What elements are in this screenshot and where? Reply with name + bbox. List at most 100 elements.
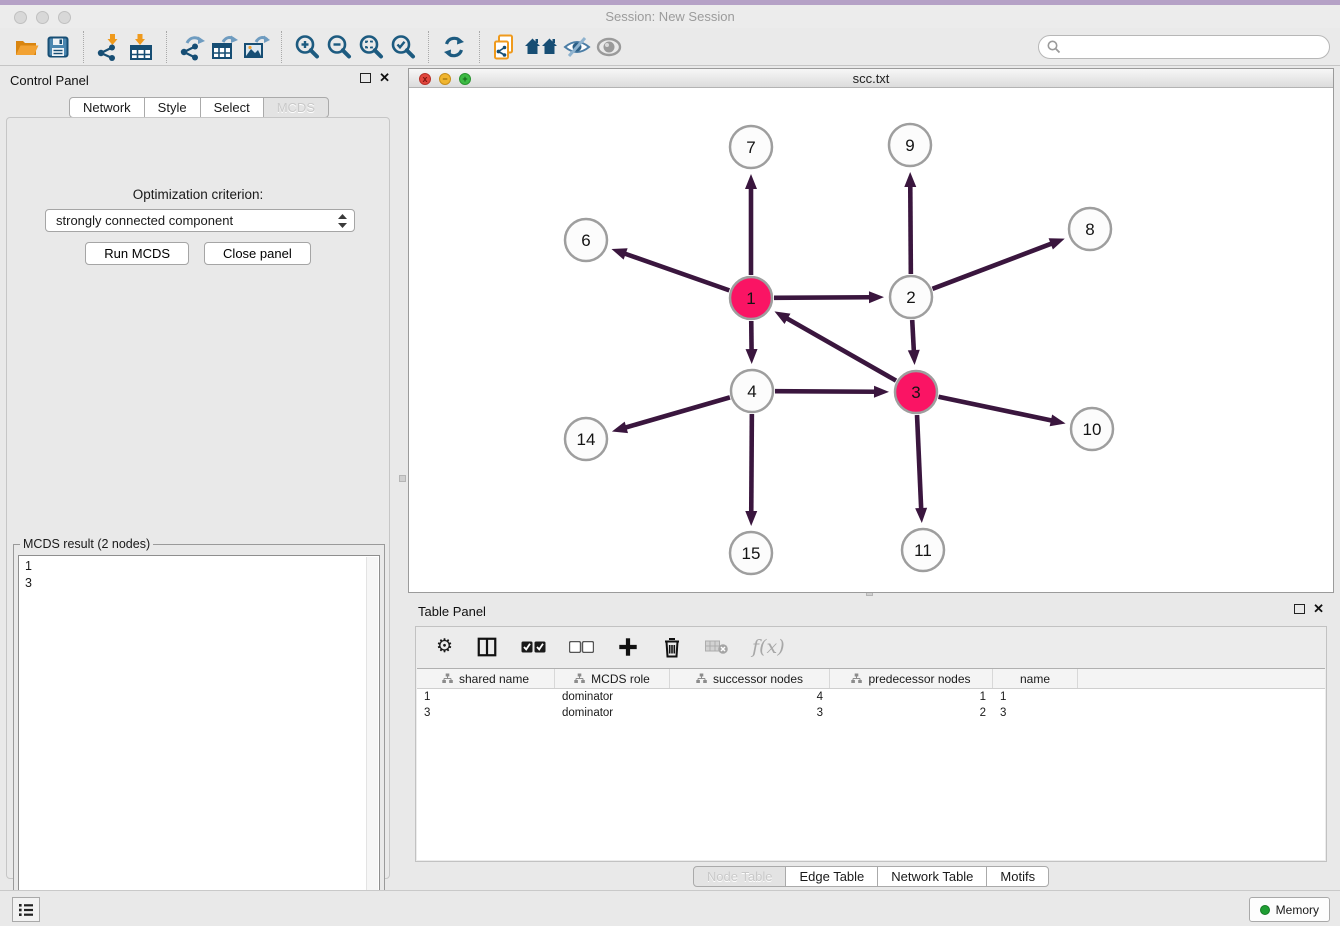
edge-3-1[interactable] bbox=[786, 318, 896, 381]
float-panel-icon[interactable] bbox=[360, 73, 371, 83]
optimization-criterion-dropdown[interactable]: strongly connected component bbox=[45, 209, 355, 232]
vertical-split-grip[interactable] bbox=[399, 475, 406, 482]
tab-style[interactable]: Style bbox=[144, 97, 201, 118]
dropdown-selected-value: strongly connected component bbox=[56, 213, 337, 228]
column-header-MCDS-role[interactable]: MCDS role bbox=[555, 669, 670, 688]
export-network-icon[interactable] bbox=[176, 31, 208, 63]
table-cell[interactable]: 3 bbox=[670, 705, 830, 721]
tab-network-table[interactable]: Network Table bbox=[877, 866, 987, 887]
delete-row-icon[interactable] bbox=[662, 636, 682, 658]
column-header-shared-name[interactable]: shared name bbox=[417, 669, 555, 688]
close-table-panel-icon[interactable]: ✕ bbox=[1313, 603, 1324, 615]
refresh-layout-icon[interactable] bbox=[438, 31, 470, 63]
hide-graphics-details-icon[interactable] bbox=[561, 31, 593, 63]
edge-2-3[interactable] bbox=[912, 320, 914, 352]
export-image-icon[interactable] bbox=[240, 31, 272, 63]
zoom-fit-icon[interactable] bbox=[355, 31, 387, 63]
table-cell[interactable]: 1 bbox=[830, 689, 993, 705]
network-view-window: x − + scc.txt 7 9 6 8 1 2 4 3 14 10 15 11 bbox=[408, 68, 1334, 593]
table-row[interactable]: 3dominator323 bbox=[417, 705, 1325, 721]
control-panel-tabs: NetworkStyleSelectMCDS bbox=[0, 97, 398, 118]
memory-button[interactable]: Memory bbox=[1249, 897, 1330, 922]
edge-3-10[interactable] bbox=[939, 397, 1053, 421]
result-scrollbar[interactable] bbox=[366, 557, 378, 913]
toolbar-separator bbox=[479, 31, 480, 63]
node-label: 14 bbox=[577, 430, 596, 449]
close-panel-icon[interactable]: ✕ bbox=[379, 72, 390, 84]
edge-4-3[interactable] bbox=[775, 391, 876, 392]
tab-motifs[interactable]: Motifs bbox=[986, 866, 1049, 887]
edge-arrowhead bbox=[915, 508, 927, 523]
graph-node-15[interactable]: 15 bbox=[730, 532, 772, 574]
tab-network[interactable]: Network bbox=[69, 97, 145, 118]
edge-2-9[interactable] bbox=[910, 185, 911, 274]
column-type-icon bbox=[574, 673, 585, 684]
graph-node-1[interactable]: 1 bbox=[730, 277, 772, 319]
table-cell[interactable]: 3 bbox=[417, 705, 555, 721]
tab-select[interactable]: Select bbox=[200, 97, 264, 118]
node-label: 3 bbox=[911, 383, 920, 402]
table-row[interactable]: 1dominator411 bbox=[417, 689, 1325, 705]
graph-node-7[interactable]: 7 bbox=[730, 126, 772, 168]
show-graphics-details-icon[interactable] bbox=[593, 31, 625, 63]
graph-node-11[interactable]: 11 bbox=[902, 529, 944, 571]
import-table-icon[interactable] bbox=[125, 31, 157, 63]
import-network-icon[interactable] bbox=[93, 31, 125, 63]
search-box[interactable] bbox=[1038, 35, 1330, 59]
graph-node-6[interactable]: 6 bbox=[565, 219, 607, 261]
edge-arrowhead bbox=[904, 172, 916, 187]
table-cell[interactable]: 4 bbox=[670, 689, 830, 705]
table-cell[interactable]: 1 bbox=[417, 689, 555, 705]
table-cell[interactable]: 2 bbox=[830, 705, 993, 721]
edge-3-11[interactable] bbox=[917, 415, 921, 510]
network-overview-icon[interactable] bbox=[521, 31, 561, 63]
deselect-all-rows-icon[interactable] bbox=[569, 641, 594, 653]
table-cell[interactable]: 1 bbox=[993, 689, 1078, 705]
clone-network-icon[interactable] bbox=[489, 31, 521, 63]
toggle-column-display-icon[interactable] bbox=[476, 636, 498, 658]
mcds-result-text[interactable]: 1 3 bbox=[18, 555, 380, 915]
graph-node-9[interactable]: 9 bbox=[889, 124, 931, 166]
table-panel-title: Table Panel bbox=[418, 604, 486, 619]
graph-node-10[interactable]: 10 bbox=[1071, 408, 1113, 450]
zoom-out-icon[interactable] bbox=[323, 31, 355, 63]
delete-table-icon[interactable] bbox=[705, 639, 729, 655]
table-cell[interactable]: dominator bbox=[555, 705, 670, 721]
zoom-selected-icon[interactable] bbox=[387, 31, 419, 63]
function-builder-icon[interactable]: f(x) bbox=[752, 636, 785, 658]
float-table-panel-icon[interactable] bbox=[1294, 604, 1305, 614]
edge-4-15[interactable] bbox=[751, 414, 752, 513]
search-input[interactable] bbox=[1066, 40, 1321, 54]
graph-node-8[interactable]: 8 bbox=[1069, 208, 1111, 250]
tab-node-table[interactable]: Node Table bbox=[693, 866, 787, 887]
column-header-name[interactable]: name bbox=[993, 669, 1078, 688]
open-session-icon[interactable] bbox=[10, 31, 42, 63]
table-cell[interactable]: dominator bbox=[555, 689, 670, 705]
edge-4-14[interactable] bbox=[624, 397, 729, 428]
network-canvas[interactable]: 7 9 6 8 1 2 4 3 14 10 15 11 bbox=[409, 88, 1333, 592]
table-cell[interactable]: 3 bbox=[993, 705, 1078, 721]
graph-node-14[interactable]: 14 bbox=[565, 418, 607, 460]
zoom-in-icon[interactable] bbox=[291, 31, 323, 63]
tab-mcds[interactable]: MCDS bbox=[263, 97, 329, 118]
edge-1-6[interactable] bbox=[624, 253, 730, 290]
node-table[interactable]: shared nameMCDS rolesuccessor nodesprede… bbox=[417, 668, 1325, 860]
column-header-successor-nodes[interactable]: successor nodes bbox=[670, 669, 830, 688]
column-header-predecessor-nodes[interactable]: predecessor nodes bbox=[830, 669, 993, 688]
graph-node-2[interactable]: 2 bbox=[890, 276, 932, 318]
settings-gear-icon[interactable]: ⚙ bbox=[436, 637, 453, 657]
run-mcds-button[interactable]: Run MCDS bbox=[85, 242, 189, 265]
task-history-button[interactable] bbox=[12, 897, 40, 922]
graph-node-4[interactable]: 4 bbox=[731, 370, 773, 412]
edge-1-2[interactable] bbox=[774, 297, 871, 298]
select-all-rows-icon[interactable] bbox=[521, 641, 546, 653]
tab-edge-table[interactable]: Edge Table bbox=[785, 866, 878, 887]
close-panel-button[interactable]: Close panel bbox=[204, 242, 311, 265]
add-row-icon[interactable] bbox=[617, 636, 639, 658]
save-session-icon[interactable] bbox=[42, 31, 74, 63]
edge-2-8[interactable] bbox=[933, 243, 1053, 289]
export-table-icon[interactable] bbox=[208, 31, 240, 63]
network-window-titlebar[interactable]: x − + scc.txt bbox=[409, 69, 1333, 88]
mcds-tab-body: Optimization criterion: strongly connect… bbox=[6, 117, 390, 879]
graph-node-3[interactable]: 3 bbox=[895, 371, 937, 413]
